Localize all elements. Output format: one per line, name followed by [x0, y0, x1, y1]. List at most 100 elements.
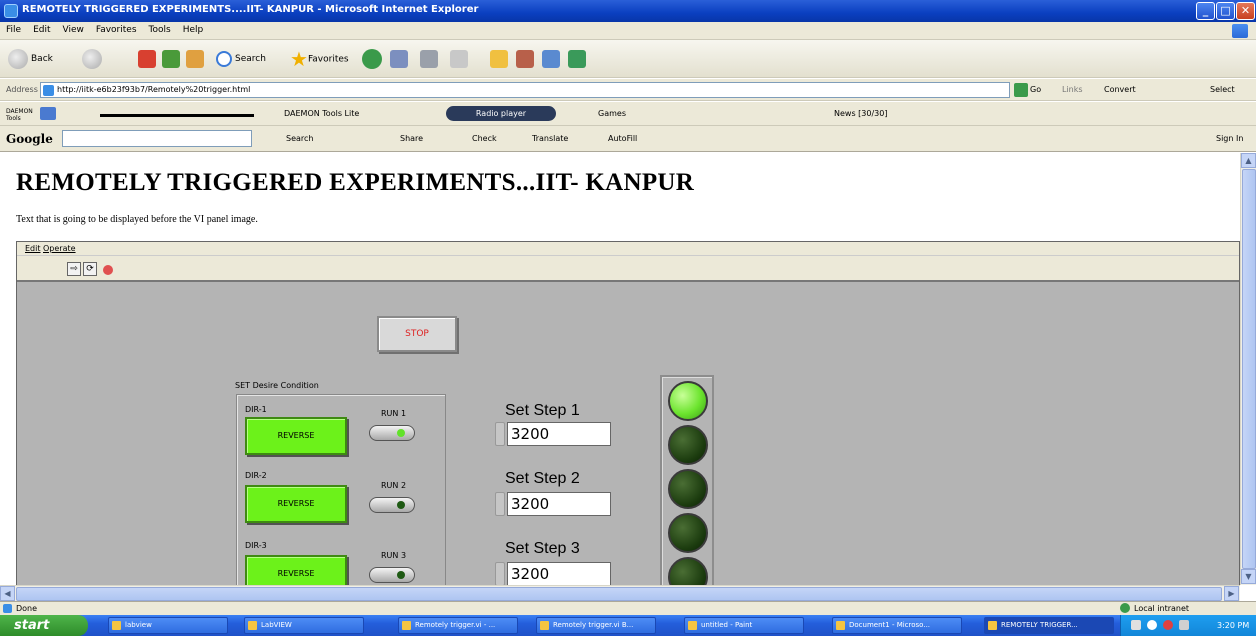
games-button[interactable]: Games: [598, 109, 626, 118]
menu-view[interactable]: View: [57, 22, 90, 38]
network-icon[interactable]: [1131, 620, 1141, 630]
scroll-down-arrow-icon[interactable]: ▼: [1241, 569, 1256, 584]
maximize-button[interactable]: □: [1216, 2, 1235, 20]
help-icon[interactable]: [1147, 620, 1157, 630]
convert-button[interactable]: Convert: [1104, 85, 1136, 94]
address-bar: Address http://iitk-e6b23f93b7/Remotely%…: [0, 79, 1256, 101]
run-arrow-icon[interactable]: ⇨: [67, 262, 81, 276]
menu-edit[interactable]: Edit: [27, 22, 56, 38]
vi-menu-bar: Edit Operate: [17, 242, 1239, 256]
stop-load-button[interactable]: [138, 48, 156, 70]
set-step-2-increment[interactable]: [495, 492, 505, 516]
menu-file[interactable]: File: [0, 22, 27, 38]
set-step-1-increment[interactable]: [495, 422, 505, 446]
set-step-2-control: 3200: [495, 492, 617, 516]
taskbar-item-labview[interactable]: LabVIEW: [244, 617, 364, 634]
indicator-led-3: [668, 469, 708, 509]
scroll-right-arrow-icon[interactable]: ▶: [1224, 586, 1239, 601]
history-icon: [362, 48, 382, 69]
favorites-button[interactable]: ★Favorites: [290, 48, 349, 70]
star-icon: ★: [290, 47, 308, 71]
back-arrow-icon: [8, 48, 28, 69]
daemon-toolbar: DAEMON Tools DAEMON Tools Lite Radio pla…: [0, 102, 1256, 126]
run-continuous-icon[interactable]: ⟳: [83, 262, 97, 276]
mail-button[interactable]: [390, 48, 408, 70]
run-3-switch[interactable]: [369, 567, 415, 583]
dir-1-reverse-button[interactable]: REVERSE: [245, 417, 347, 455]
minimize-button[interactable]: _: [1196, 2, 1215, 20]
status-bar: Done Local intranet: [0, 601, 1256, 615]
edit-button[interactable]: [450, 48, 468, 70]
google-search-button[interactable]: Search: [286, 134, 313, 143]
search-button[interactable]: Search: [216, 48, 266, 70]
taskbar-item-labview-folder[interactable]: labview: [108, 617, 228, 634]
autofill-button[interactable]: AutoFill: [608, 134, 637, 143]
horizontal-scrollbar[interactable]: ◀ ▶: [0, 585, 1240, 601]
run-1-switch[interactable]: [369, 425, 415, 441]
go-button[interactable]: Go: [1030, 85, 1041, 94]
share-button[interactable]: Share: [400, 134, 423, 143]
money-icon: [568, 49, 586, 68]
refresh-button[interactable]: [162, 48, 180, 70]
page-done-icon: [3, 604, 12, 613]
scroll-up-arrow-icon[interactable]: ▲: [1241, 153, 1256, 168]
vertical-scroll-thumb[interactable]: [1242, 169, 1256, 569]
set-step-1-label: Set Step 1: [505, 402, 580, 419]
check-button[interactable]: Check: [472, 134, 497, 143]
refresh-icon: [162, 49, 180, 68]
money-button[interactable]: [568, 48, 586, 70]
sign-in-button[interactable]: Sign In: [1216, 134, 1243, 143]
go-arrow-icon: [1014, 83, 1028, 97]
vertical-scrollbar[interactable]: ▲ ▼: [1240, 153, 1256, 585]
vi-menu-edit[interactable]: Edit: [25, 244, 41, 253]
set-step-1-input[interactable]: 3200: [507, 422, 611, 446]
links-button[interactable]: Links: [1062, 85, 1083, 94]
dir-3-reverse-button[interactable]: REVERSE: [245, 555, 347, 585]
set-step-3-input[interactable]: 3200: [507, 562, 611, 585]
address-input[interactable]: http://iitk-e6b23f93b7/Remotely%20trigge…: [40, 82, 1010, 98]
taskbar-item-paint[interactable]: untitled - Paint: [684, 617, 804, 634]
internet-explorer-icon: [4, 4, 18, 18]
folder-button[interactable]: [490, 48, 508, 70]
taskbar-item-remotely-triggered[interactable]: REMOTELY TRIGGER...: [984, 617, 1114, 634]
news-button[interactable]: News [30/30]: [834, 109, 887, 118]
back-button[interactable]: Back: [8, 48, 53, 70]
home-icon: [186, 49, 204, 68]
set-step-3-increment[interactable]: [495, 562, 505, 585]
dir-2-reverse-button[interactable]: REVERSE: [245, 485, 347, 523]
daemon-tools-lite-button[interactable]: DAEMON Tools Lite: [284, 109, 359, 118]
select-button[interactable]: Select: [1210, 85, 1235, 94]
horizontal-scroll-thumb[interactable]: [16, 587, 1222, 601]
vi-menu-operate[interactable]: Operate: [43, 244, 76, 253]
daemon-search-field[interactable]: [100, 114, 254, 117]
menu-help[interactable]: Help: [177, 22, 210, 38]
home-button[interactable]: [186, 48, 204, 70]
start-button[interactable]: start: [0, 615, 88, 636]
menu-tools[interactable]: Tools: [143, 22, 177, 38]
security-icon[interactable]: [1163, 620, 1173, 630]
close-button[interactable]: ✕: [1236, 2, 1255, 20]
taskbar-item-document1[interactable]: Document1 - Microso...: [832, 617, 962, 634]
google-search-input[interactable]: [62, 130, 252, 147]
menu-favorites[interactable]: Favorites: [90, 22, 143, 38]
set-step-2-label: Set Step 2: [505, 470, 580, 487]
research-button[interactable]: [516, 48, 534, 70]
run-3-label: RUN 3: [381, 551, 407, 560]
print-button[interactable]: [420, 48, 438, 70]
set-step-2-input[interactable]: 3200: [507, 492, 611, 516]
indicator-panel: [660, 375, 714, 585]
history-button[interactable]: [362, 48, 385, 70]
scroll-left-arrow-icon[interactable]: ◀: [0, 586, 15, 601]
taskbar-item-remotely-trigger-vi-block[interactable]: Remotely trigger.vi B...: [536, 617, 656, 634]
abort-icon[interactable]: [103, 265, 113, 275]
messenger-button[interactable]: [542, 48, 560, 70]
stop-button[interactable]: STOP: [377, 316, 457, 352]
volume-icon[interactable]: [1179, 620, 1189, 630]
taskbar: start labview LabVIEW Remotely trigger.v…: [0, 615, 1256, 636]
forward-arrow-icon: [82, 48, 102, 69]
radio-player[interactable]: Radio player: [446, 106, 556, 121]
run-2-switch[interactable]: [369, 497, 415, 513]
taskbar-item-remotely-trigger-vi[interactable]: Remotely trigger.vi - ...: [398, 617, 518, 634]
forward-button[interactable]: [82, 48, 105, 70]
translate-button[interactable]: Translate: [532, 134, 568, 143]
